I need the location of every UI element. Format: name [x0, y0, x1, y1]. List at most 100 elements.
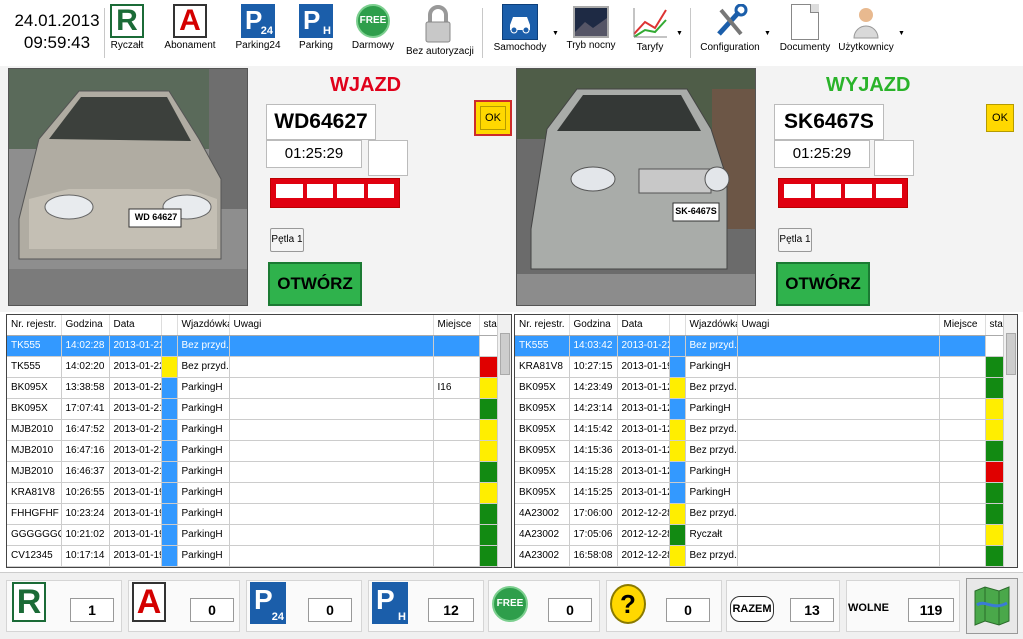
table-row[interactable]: 4A23002 17:05:06 2012-12-28 Ryczałt: [515, 524, 1006, 546]
darmowy-count: 0: [548, 598, 592, 622]
entry-loop-button[interactable]: Pętla 1: [270, 228, 304, 252]
table-row[interactable]: BK095X 17:07:41 2013-01-21 ParkingH: [7, 398, 500, 420]
exit-open-button[interactable]: OTWÓRZ: [776, 262, 870, 306]
entry-ok-button[interactable]: OK: [474, 100, 512, 136]
cell-miejsce: [433, 419, 480, 441]
column-header[interactable]: Godzina: [61, 315, 110, 336]
table-row[interactable]: TK55514:02:202013-01-22 Bez przyd...: [7, 356, 500, 378]
table-row[interactable]: BK095X14:15:422013-01-12 Bez przyd...: [515, 419, 1006, 441]
tryb-nocny-label: Tryb nocny: [566, 40, 616, 51]
table-row[interactable]: BK095X 13:38:58 2013-01-22 ParkingH I16: [7, 377, 500, 399]
cell-type-marker: [161, 335, 178, 357]
uzytkownicy-dropdown-icon[interactable]: ▼: [898, 30, 905, 37]
entry-open-button[interactable]: OTWÓRZ: [268, 262, 362, 306]
parking-h-icon: PH: [299, 4, 333, 38]
entry-ok-label: OK: [480, 106, 506, 130]
darmowy-button[interactable]: FREE Darmowy: [350, 4, 396, 51]
column-header[interactable]: Wjazdówka: [685, 315, 738, 336]
table-row[interactable]: GGGGGGG 10:21:02 2013-01-19 ParkingH: [7, 524, 500, 546]
exit-log-scrollbar[interactable]: [1003, 315, 1017, 567]
cell-time: 16:47:52: [61, 419, 110, 441]
taryfy-button[interactable]: Taryfy: [626, 4, 674, 53]
configuration-button[interactable]: Configuration: [698, 3, 762, 53]
map-button[interactable]: [966, 578, 1018, 634]
cell-plate: CV12345: [7, 545, 62, 567]
table-row[interactable]: FHHGFHF 10:23:24 2013-01-19 ParkingH: [7, 503, 500, 525]
cell-time: 10:26:55: [61, 482, 110, 504]
cell-type-marker: [161, 419, 178, 441]
entry-barrier-indicator: [270, 178, 400, 208]
cell-time: 16:58:08: [569, 545, 618, 567]
exit-plate-field[interactable]: SK6467S: [774, 104, 884, 140]
cell-plate: TK555: [515, 335, 570, 357]
cell-time: 17:06:00: [569, 503, 618, 525]
cell-plate: 4A23002: [515, 524, 570, 546]
table-row[interactable]: KRA81V8 10:26:55 2013-01-19 ParkingH: [7, 482, 500, 504]
column-header[interactable]: Nr. rejestr.: [515, 315, 570, 336]
cell-type-marker: [669, 440, 686, 462]
column-header[interactable]: Uwagi: [737, 315, 940, 336]
padlock-icon: [421, 4, 455, 44]
cell-wjazdowka: Bez przyd...: [685, 440, 738, 462]
uzytkownicy-button[interactable]: Użytkownicy: [836, 4, 896, 53]
table-row[interactable]: 4A2300216:58:082012-12-28 Bez przyd...: [515, 545, 1006, 567]
column-header[interactable]: Uwagi: [229, 315, 434, 336]
samochody-button[interactable]: Samochody: [490, 4, 550, 53]
column-header[interactable]: Data: [109, 315, 162, 336]
table-row[interactable]: BK095X 14:15:28 2013-01-12 ParkingH: [515, 461, 1006, 483]
table-row[interactable]: MJB2010 16:47:16 2013-01-21 ParkingH: [7, 440, 500, 462]
cell-uwagi: [229, 461, 434, 483]
cell-status: [479, 440, 500, 462]
table-row[interactable]: TK55514:02:282013-01-22 Bez przyd...: [7, 335, 500, 357]
parking-button[interactable]: PH Parking: [296, 4, 336, 51]
table-row[interactable]: 4A2300217:06:002012-12-28 Bez przyd...: [515, 503, 1006, 525]
exit-ok-button[interactable]: OK: [986, 104, 1014, 132]
exit-loop-button[interactable]: Pętla 1: [778, 228, 812, 252]
entry-log-scrollbar[interactable]: [497, 315, 511, 567]
table-row[interactable]: BK095X 14:15:25 2013-01-12 ParkingH: [515, 482, 1006, 504]
column-header[interactable]: Godzina: [569, 315, 618, 336]
cell-type-marker: [669, 377, 686, 399]
table-row[interactable]: BK095X14:23:492013-01-12 Bez przyd...: [515, 377, 1006, 399]
cell-uwagi: [737, 524, 940, 546]
table-row[interactable]: BK095X 14:23:14 2013-01-12 ParkingH: [515, 398, 1006, 420]
abonament-button[interactable]: A Abonament: [162, 4, 218, 51]
table-row[interactable]: TK55514:03:422013-01-22 Bez przyd...: [515, 335, 1006, 357]
column-header[interactable]: Wjazdówka: [177, 315, 230, 336]
table-row[interactable]: BK095X14:15:362013-01-12 Bez przyd...: [515, 440, 1006, 462]
cell-wjazdowka: ParkingH: [685, 398, 738, 420]
tryb-nocny-button[interactable]: Tryb nocny: [566, 4, 616, 51]
table-row[interactable]: CV12345 10:17:14 2013-01-19 ParkingH: [7, 545, 500, 567]
wolne-label: WOLNE: [848, 602, 889, 614]
cell-time: 14:03:42: [569, 335, 618, 357]
column-header[interactable]: Miejsce: [939, 315, 986, 336]
column-header-marker[interactable]: [669, 315, 686, 336]
parking24-button[interactable]: P 24 Parking24: [234, 4, 282, 51]
column-header[interactable]: Nr. rejestr.: [7, 315, 62, 336]
cell-wjazdowka: ParkingH: [177, 419, 230, 441]
column-header[interactable]: Miejsce: [433, 315, 480, 336]
column-header-marker[interactable]: [161, 315, 178, 336]
table-row[interactable]: MJB2010 16:47:52 2013-01-21 ParkingH: [7, 419, 500, 441]
cell-date: 2013-01-19: [109, 482, 162, 504]
cell-status: [985, 335, 1006, 357]
documenty-button[interactable]: Documenty: [778, 4, 832, 53]
column-header[interactable]: sta: [985, 315, 1006, 336]
cell-plate: BK095X: [515, 377, 570, 399]
table-row[interactable]: MJB2010 16:46:37 2013-01-21 ParkingH: [7, 461, 500, 483]
cell-status: [985, 419, 1006, 441]
entry-plate-field[interactable]: WD64627: [266, 104, 376, 140]
ryczalt-button[interactable]: R Ryczałt: [108, 4, 146, 51]
samochody-dropdown-icon[interactable]: ▼: [552, 30, 559, 37]
parking24-count: 0: [308, 598, 352, 622]
configuration-dropdown-icon[interactable]: ▼: [764, 30, 771, 37]
cell-uwagi: [229, 503, 434, 525]
column-header[interactable]: sta: [479, 315, 500, 336]
bez-autoryzacji-button[interactable]: Bez autoryzacji: [406, 4, 474, 57]
darmowy-label: Darmowy: [351, 40, 395, 51]
table-row[interactable]: KRA81V8 10:27:15 2013-01-19 ParkingH: [515, 356, 1006, 378]
cell-status: [985, 398, 1006, 420]
taryfy-dropdown-icon[interactable]: ▼: [676, 30, 683, 37]
exit-title: WYJAZD: [826, 74, 911, 96]
column-header[interactable]: Data: [617, 315, 670, 336]
